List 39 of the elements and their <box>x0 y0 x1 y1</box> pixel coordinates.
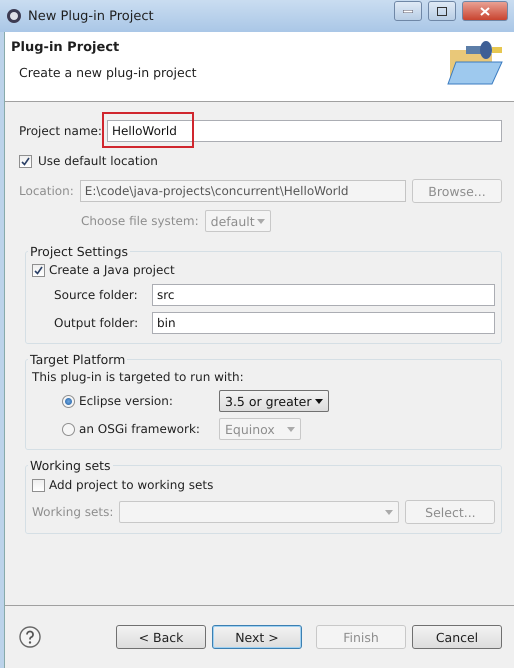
group-text: This plug-in is targeted to run with: <box>32 369 244 385</box>
checkbox[interactable] <box>32 264 45 276</box>
project-name-field[interactable]: HelloWorld <box>107 120 502 142</box>
close-icon <box>480 6 490 16</box>
radio-label: Eclipse version: <box>79 393 174 409</box>
window-title: New Plug-in Project <box>28 8 155 24</box>
dropdown-caret-icon <box>287 426 295 432</box>
help-icon[interactable] <box>19 626 41 648</box>
field-label: Choose file system: <box>81 213 199 229</box>
group-title: Working sets <box>29 458 112 473</box>
dropdown-caret-icon <box>385 510 394 514</box>
minimize-icon <box>403 10 413 12</box>
folder-field[interactable]: src <box>152 284 495 306</box>
field-label: Output folder: <box>54 315 140 331</box>
field-label: Working sets: <box>32 504 114 520</box>
close-button[interactable] <box>462 1 508 21</box>
page-subtitle: Create a new plug-in project <box>19 65 196 80</box>
dropdown-caret-icon <box>315 398 323 404</box>
wizard-button[interactable]: Next > <box>212 625 302 649</box>
minimize-button[interactable] <box>394 1 422 21</box>
field-label: Source folder: <box>54 287 139 303</box>
folder-field[interactable]: bin <box>152 312 495 334</box>
checkbox-label: Create a Java project <box>49 262 175 278</box>
page-title: Plug-in Project <box>11 40 120 55</box>
checkbox[interactable] <box>19 154 32 168</box>
maximize-icon <box>437 6 447 16</box>
checkbox-label: Add project to working sets <box>49 477 214 493</box>
version-dropdown[interactable]: 3.5 or greater <box>219 390 329 412</box>
checkbox-label: Use default location <box>38 153 158 169</box>
radio-label: an OSGi framework: <box>79 421 201 437</box>
wizard-button[interactable]: < Back <box>116 625 206 649</box>
wizard-button[interactable]: Cancel <box>412 625 502 649</box>
field-label: Location: <box>19 183 74 199</box>
dropdown-caret-icon <box>256 218 265 224</box>
radio-button[interactable] <box>62 394 75 408</box>
maximize-button[interactable] <box>428 1 456 21</box>
group-title: Target Platform <box>29 352 126 367</box>
radio-button[interactable] <box>62 422 75 436</box>
group-title: Project Settings <box>29 244 130 259</box>
